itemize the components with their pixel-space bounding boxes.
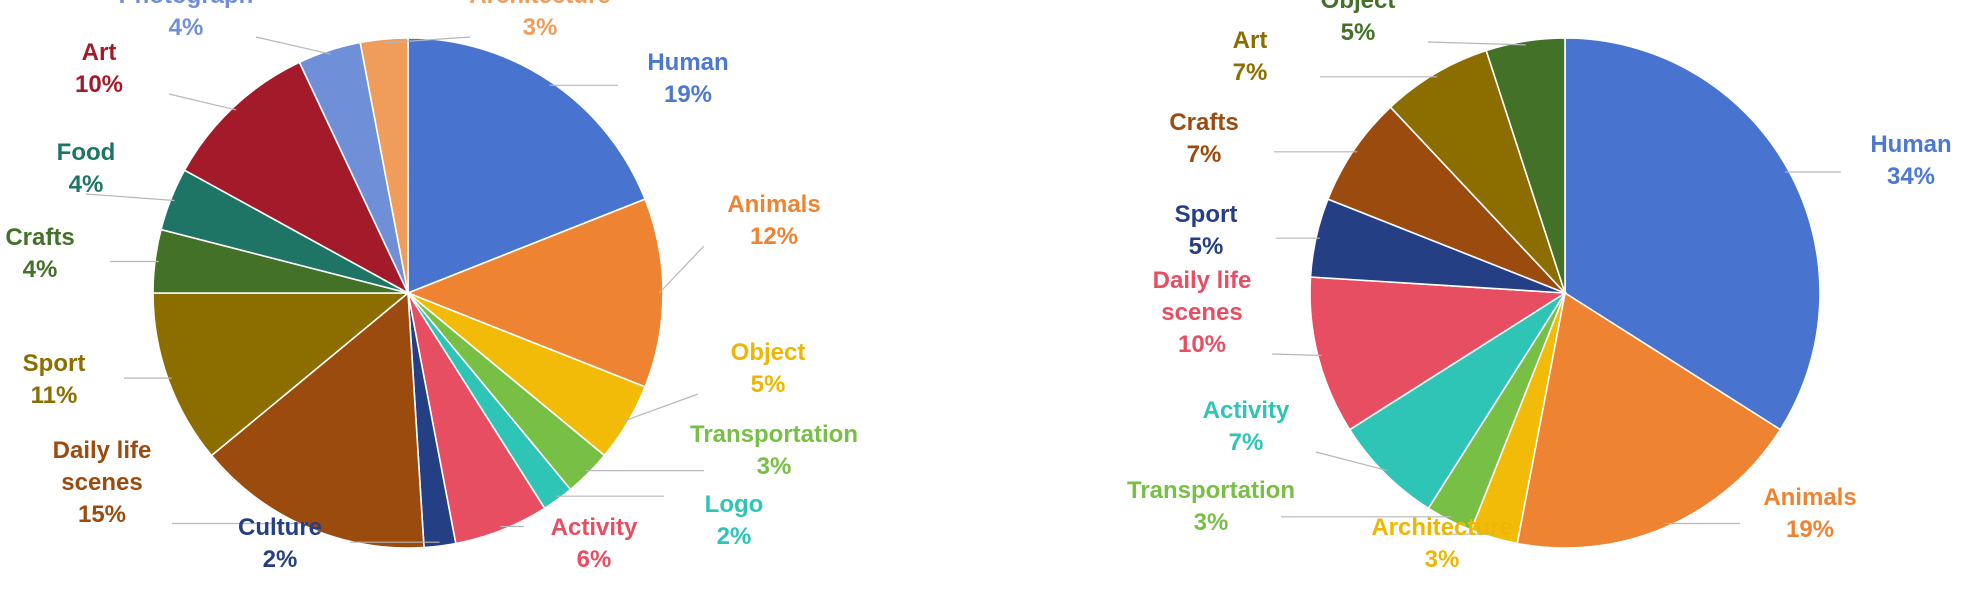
slice-label: Daily life [53,437,152,464]
label-logo: Logo 2% [705,491,764,550]
pie-chart-2: Human 34%Animals 19%Architecture 3%Transpor… [1127,0,1952,573]
slice-percent: 15% [78,501,126,528]
slice-percent: 2% [263,546,298,573]
slice-percent: 4% [69,171,104,198]
chart-stage: Human 19% Animals 12% Object 5% Transportation… [0,0,1972,597]
slice-label: scenes [61,469,142,496]
slice-label: Architecture [469,0,610,9]
label-crafts: Crafts 7% [1169,109,1238,168]
label-architecture: Architecture 3% [469,0,610,41]
slice-label: Activity [551,514,638,541]
label-animals: Animals 19% [1763,484,1856,543]
label-object: Object 5% [1321,0,1396,46]
slice-percent: 12% [750,223,798,250]
label-culture: Culture 2% [238,514,322,573]
slice-percent: 7% [1229,429,1264,456]
label-transportation: Transportation 3% [690,421,858,480]
label-human: Human 34% [1870,131,1951,190]
label-transportation: Transportation 3% [1127,477,1295,536]
slice-label: Art [82,39,117,66]
slice-percent: 7% [1187,141,1222,168]
slice-percent: 4% [169,14,204,41]
slice-percent: 7% [1233,59,1268,86]
slice-label: Architecture [1371,514,1512,541]
slice-label: Daily life [1153,267,1252,294]
slice-label: Transportation [1127,477,1295,504]
slice-label: Sport [23,350,86,377]
slice-percent: 3% [757,453,792,480]
slice-label: Crafts [5,224,74,251]
slice-percent: 10% [1178,331,1226,358]
slice-percent: 6% [577,546,612,573]
slice-label: Art [1233,27,1268,54]
slice-percent: 5% [1341,19,1376,46]
slice-percent: 34% [1887,163,1935,190]
label-activity: Activity 6% [551,514,638,573]
slice-label: Logo [705,491,764,518]
slice-label: Food [57,139,116,166]
slice-label: Object [1321,0,1396,14]
label-photograph: Photograph 4% [119,0,254,41]
slice-percent: 5% [1189,233,1224,260]
slice-percent: 3% [1194,509,1229,536]
label-art: Art 10% [75,39,123,98]
leader-line-art [168,93,237,111]
slice-percent: 11% [31,382,78,409]
label-daily-life-scenes: Daily life scenes 15% [53,437,152,528]
slice-label: Sport [1175,201,1238,228]
leader-line-animals [658,245,705,294]
pie-2-slices [1309,37,1821,549]
slice-label: Human [1870,131,1951,158]
slice-label: Human [647,49,728,76]
label-art: Art 7% [1233,27,1268,86]
slice-label: scenes [1161,299,1242,326]
pie-chart-1: Human 19% Animals 12% Object 5% Transportation… [5,0,858,573]
slice-percent: 19% [1786,516,1834,543]
label-sport: Sport 5% [1175,201,1238,260]
slice-percent: 3% [523,14,558,41]
label-activity: Activity 7% [1203,397,1290,456]
slice-percent: 3% [1425,546,1460,573]
leader-line-photograph [255,36,331,55]
slice-label: Photograph [119,0,254,9]
slice-label: Animals [727,191,820,218]
slice-label: Culture [238,514,322,541]
slice-label: Animals [1763,484,1856,511]
label-animals: Animals 12% [727,191,820,250]
slice-percent: 5% [751,371,786,398]
slice-label: Object [731,339,806,366]
slice-label: Crafts [1169,109,1238,136]
leader-line-daily-life-scenes [1271,353,1322,357]
pie-charts-svg: Human 19% Animals 12% Object 5% Transportation… [5,0,1952,573]
label-architecture: Architecture 3% [1371,514,1512,573]
slice-percent: 4% [23,256,58,283]
label-crafts: Crafts 4% [5,224,74,283]
slice-label: Transportation [690,421,858,448]
label-food: Food 4% [57,139,116,198]
pie-1-slices [152,37,664,549]
slice-percent: 2% [717,523,752,550]
slice-percent: 19% [664,81,712,108]
slice-label: Activity [1203,397,1290,424]
label-human: Human 19% [647,49,728,108]
label-daily-life-scenes: Daily life scenes 10% [1153,267,1252,358]
label-sport: Sport 11% [23,350,86,409]
label-object: Object 5% [731,339,806,398]
slice-percent: 10% [75,71,123,98]
